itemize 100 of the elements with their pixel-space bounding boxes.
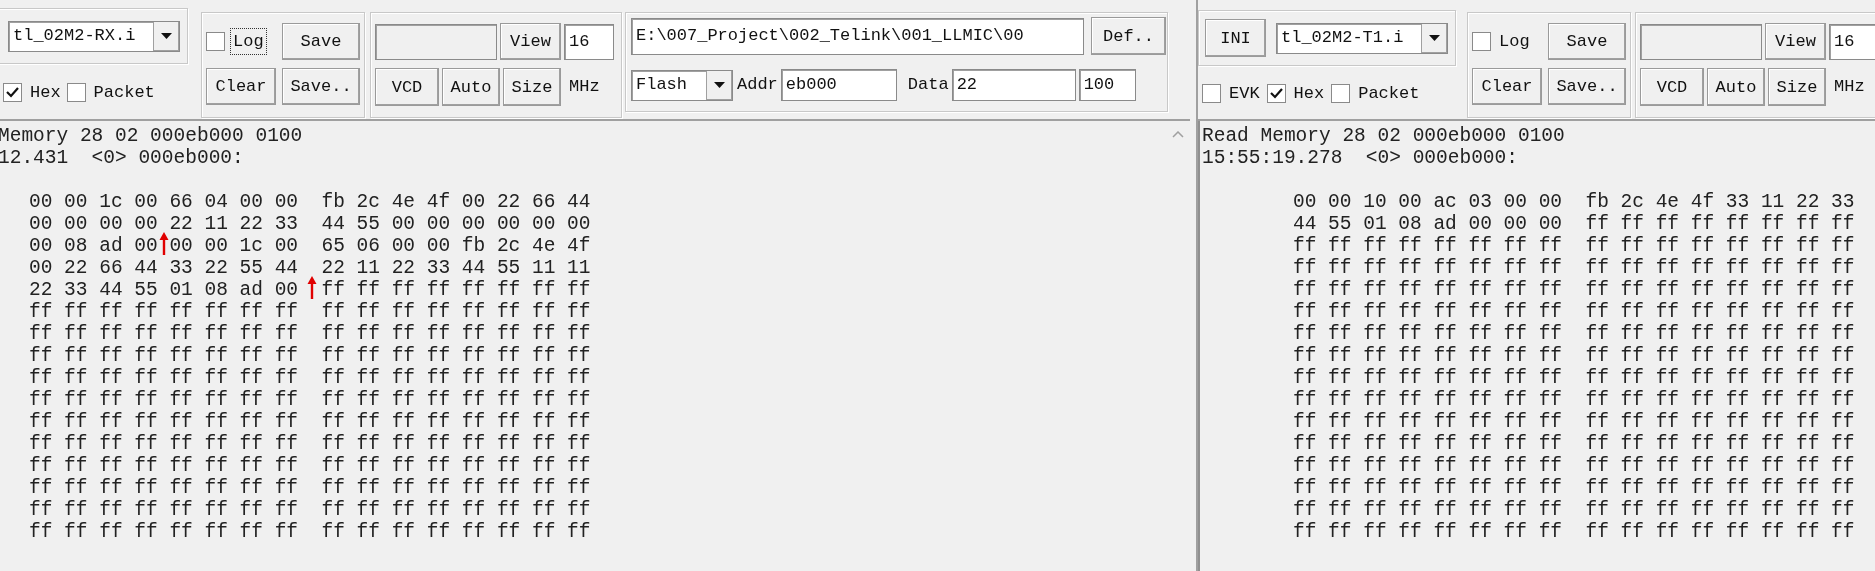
hex-byte: ff <box>274 323 299 345</box>
hex-byte: 1c <box>239 235 263 257</box>
hex-byte: ff <box>1433 367 1457 389</box>
toolbar-button[interactable]: Auto <box>442 68 500 106</box>
path-field[interactable]: E:\007_Project\002_Telink\001_LLMIC\00 <box>631 17 1084 55</box>
address-field[interactable]: eb000 <box>780 69 897 101</box>
hex-byte: ff <box>321 301 345 323</box>
hex-byte: ff <box>204 499 228 521</box>
hex-byte: ff <box>169 367 193 389</box>
toolbar-button[interactable]: Save <box>1548 23 1626 60</box>
checkbox[interactable] <box>1202 84 1221 104</box>
hex-byte: ff <box>64 455 88 477</box>
hex-byte: ff <box>1468 257 1492 279</box>
hex-byte: ff <box>1538 279 1563 301</box>
hex-byte: ff <box>1468 279 1492 301</box>
hex-byte: 00 <box>29 213 53 235</box>
toolbar-button[interactable]: Save.. <box>282 68 360 105</box>
hex-byte: ff <box>64 477 88 499</box>
toolbar-button[interactable]: Auto <box>1707 68 1765 106</box>
hex-byte: ff <box>1398 499 1422 521</box>
toolbar-button[interactable]: VCD <box>1640 68 1704 106</box>
hex-byte: ff <box>1363 521 1387 543</box>
hex-byte: ff <box>532 323 556 345</box>
count-field[interactable]: 100 <box>1078 69 1136 101</box>
hex-byte: 22 <box>496 191 521 213</box>
hex-byte: ff <box>1293 345 1317 367</box>
hex-byte: 08 <box>1398 213 1422 235</box>
hex-byte: ff <box>64 411 88 433</box>
toolbar-button[interactable]: Size <box>1768 68 1826 106</box>
hex-byte: 22 <box>204 257 228 279</box>
scroll-up-icon[interactable] <box>1172 131 1184 138</box>
file-dropdown[interactable]: tl_02M2-T1.i <box>1276 22 1448 54</box>
hex-byte: 66 <box>99 257 123 279</box>
hex-byte: ff <box>356 499 380 521</box>
hex-byte: ff <box>1363 367 1387 389</box>
hex-byte: 00 <box>1468 213 1492 235</box>
data-field[interactable]: 22 <box>951 69 1076 101</box>
hex-byte: ff <box>1760 279 1785 301</box>
input-field[interactable] <box>375 23 497 60</box>
hex-byte: ff <box>1725 477 1750 499</box>
hex-byte: ff <box>1468 455 1492 477</box>
hex-byte: 00 <box>64 213 88 235</box>
hex-byte: ff <box>1538 433 1563 455</box>
checkbox[interactable] <box>1472 32 1491 51</box>
hex-byte: ff <box>567 521 591 543</box>
hex-byte: ff <box>426 323 451 345</box>
log-line: 12.431 <0> 000eb000: <box>0 147 244 169</box>
checkbox[interactable] <box>206 32 225 51</box>
hex-byte: ff <box>29 389 53 411</box>
input-field[interactable] <box>1640 23 1762 60</box>
hex-byte: ff <box>356 521 380 543</box>
checkbox[interactable] <box>1266 84 1286 104</box>
hex-byte: ff <box>169 455 193 477</box>
toolbar-button[interactable]: View <box>1765 23 1826 60</box>
toolbar-button[interactable]: Size <box>503 68 561 106</box>
hex-byte: ff <box>1363 411 1387 433</box>
hex-byte: ff <box>1363 323 1387 345</box>
hex-byte: ff <box>1585 477 1609 499</box>
hex-byte: ff <box>1585 345 1609 367</box>
toolbar-button[interactable]: Def.. <box>1091 17 1166 55</box>
hex-byte: ff <box>1831 235 1855 257</box>
toolbar-button[interactable]: INI <box>1205 19 1266 57</box>
toolbar-button[interactable]: View <box>500 23 561 60</box>
hex-byte: ff <box>99 389 123 411</box>
hex-byte: 33 <box>1831 191 1855 213</box>
toolbar-button[interactable]: Save.. <box>1548 68 1626 105</box>
checkbox[interactable] <box>66 83 86 103</box>
toolbar-button[interactable]: VCD <box>375 68 439 106</box>
hex-byte: ff <box>1398 521 1422 543</box>
hex-byte: ff <box>1503 477 1527 499</box>
input-field[interactable]: 16 <box>1829 23 1875 60</box>
hex-byte: ff <box>204 301 228 323</box>
hex-byte: ff <box>1655 301 1680 323</box>
hex-byte: ff <box>1690 345 1715 367</box>
input-field[interactable]: 16 <box>564 23 614 60</box>
hex-byte: ff <box>1725 499 1750 521</box>
hex-byte: ff <box>1760 499 1785 521</box>
hex-byte: ff <box>1760 323 1785 345</box>
hex-byte: ff <box>204 345 228 367</box>
hex-byte: 00 <box>274 279 299 301</box>
hex-byte: ff <box>1620 301 1644 323</box>
file-dropdown[interactable]: tl_02M2-RX.i <box>8 20 180 52</box>
hex-byte: ff <box>1831 389 1855 411</box>
toolbar-button[interactable]: Clear <box>1472 68 1542 105</box>
hex-byte: ff <box>1433 499 1457 521</box>
hex-byte: ff <box>532 389 556 411</box>
hex-byte: ff <box>1468 499 1492 521</box>
hex-byte: 08 <box>64 235 88 257</box>
hex-byte: ff <box>99 499 123 521</box>
hex-byte: ff <box>1363 499 1387 521</box>
hex-byte: 01 <box>169 279 193 301</box>
hex-byte: ff <box>1293 301 1317 323</box>
hex-byte: ff <box>1620 235 1644 257</box>
hex-byte: 22 <box>64 257 88 279</box>
checkbox[interactable] <box>3 83 22 103</box>
hex-byte: ff <box>391 345 416 367</box>
toolbar-button[interactable]: Save <box>282 23 360 60</box>
toolbar-button[interactable]: Clear <box>206 68 276 105</box>
checkbox[interactable] <box>1331 84 1351 104</box>
file-dropdown[interactable]: Flash <box>631 69 733 101</box>
